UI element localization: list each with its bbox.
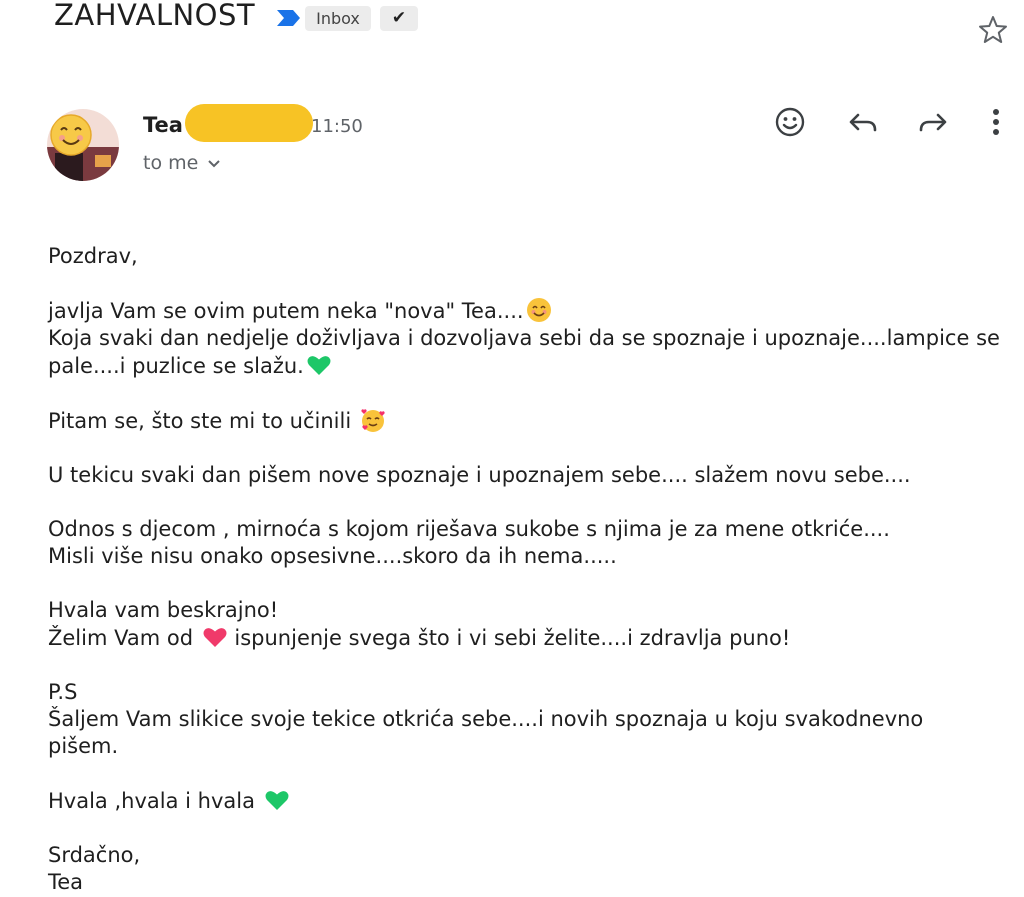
body-line: javlja Vam se ovim putem neka "nova" Tea… (48, 297, 998, 325)
body-line: Pitam se, što ste mi to učinili (48, 407, 998, 435)
body-line: P.S (48, 680, 78, 704)
recipient-text[interactable]: to me (143, 152, 198, 174)
more-vert-icon[interactable] (980, 104, 1016, 140)
body-line: Hvala ,hvala i hvala (48, 787, 998, 815)
body-text-span: Hvala ,hvala i hvala (48, 789, 262, 813)
body-text-span: ispunjenje svega što i vi sebi želite...… (227, 626, 791, 650)
body-line: Šaljem Vam slikice svoje tekice otkrića … (48, 707, 924, 731)
label-chip-inbox[interactable]: Inbox (305, 6, 371, 31)
green-heart-emoji-icon (307, 356, 331, 375)
body-text-span: Pitam se, što ste mi to učinili (48, 409, 358, 433)
body-text-span: javlja Vam se ovim putem neka "nova" Tea… (48, 299, 524, 323)
message-body: Pozdrav, javlja Vam se ovim putem neka "… (48, 243, 1000, 896)
importance-marker-icon[interactable] (275, 9, 301, 27)
redaction-mark (185, 104, 313, 142)
forward-icon[interactable] (915, 104, 951, 140)
closing: Srdačno, (48, 843, 141, 867)
body-text-span: Želim Vam od (48, 626, 200, 650)
body-line: U tekicu svaki dan pišem nove spoznaje i… (48, 463, 911, 487)
body-line: Misli više nisu onako opsesivne....skoro… (48, 544, 617, 568)
body-line: pale....i puzlice se slažu. (48, 352, 998, 380)
body-text-span: pale....i puzlice se slažu. (48, 354, 304, 378)
body-line: Hvala vam beskrajno! (48, 598, 279, 622)
sender-name[interactable]: Tea (143, 113, 183, 137)
body-line: Odnos s djecom , mirnoća s kojom riješav… (48, 517, 890, 541)
star-icon[interactable] (977, 14, 1009, 46)
label-chip-check[interactable]: ✔ (380, 6, 418, 31)
green-heart-emoji-icon (265, 791, 289, 810)
email-subject: ZAHVALNOST (54, 0, 256, 32)
body-line: pišem. (48, 734, 119, 758)
reply-icon[interactable] (845, 104, 881, 140)
smiling-face-with-hearts-emoji-icon (361, 409, 385, 432)
chevron-down-icon[interactable] (206, 158, 222, 170)
smiling-face-emoji-icon (526, 298, 551, 322)
smiling-face-avatar-icon (47, 109, 119, 181)
message-header: ZAHVALNOST Inbox ✔ (0, 0, 1024, 43)
body-line: Želim Vam od ispunjenje svega što i vi s… (48, 624, 998, 652)
avatar[interactable] (47, 109, 119, 181)
message-time: 11:50 (311, 116, 363, 137)
signature: Tea (48, 870, 84, 894)
greeting: Pozdrav, (48, 244, 138, 268)
body-line: Koja svaki dan nedjelje doživljava i doz… (48, 326, 1000, 350)
emoji-react-icon[interactable] (772, 104, 808, 140)
pink-heart-emoji-icon (203, 628, 227, 647)
